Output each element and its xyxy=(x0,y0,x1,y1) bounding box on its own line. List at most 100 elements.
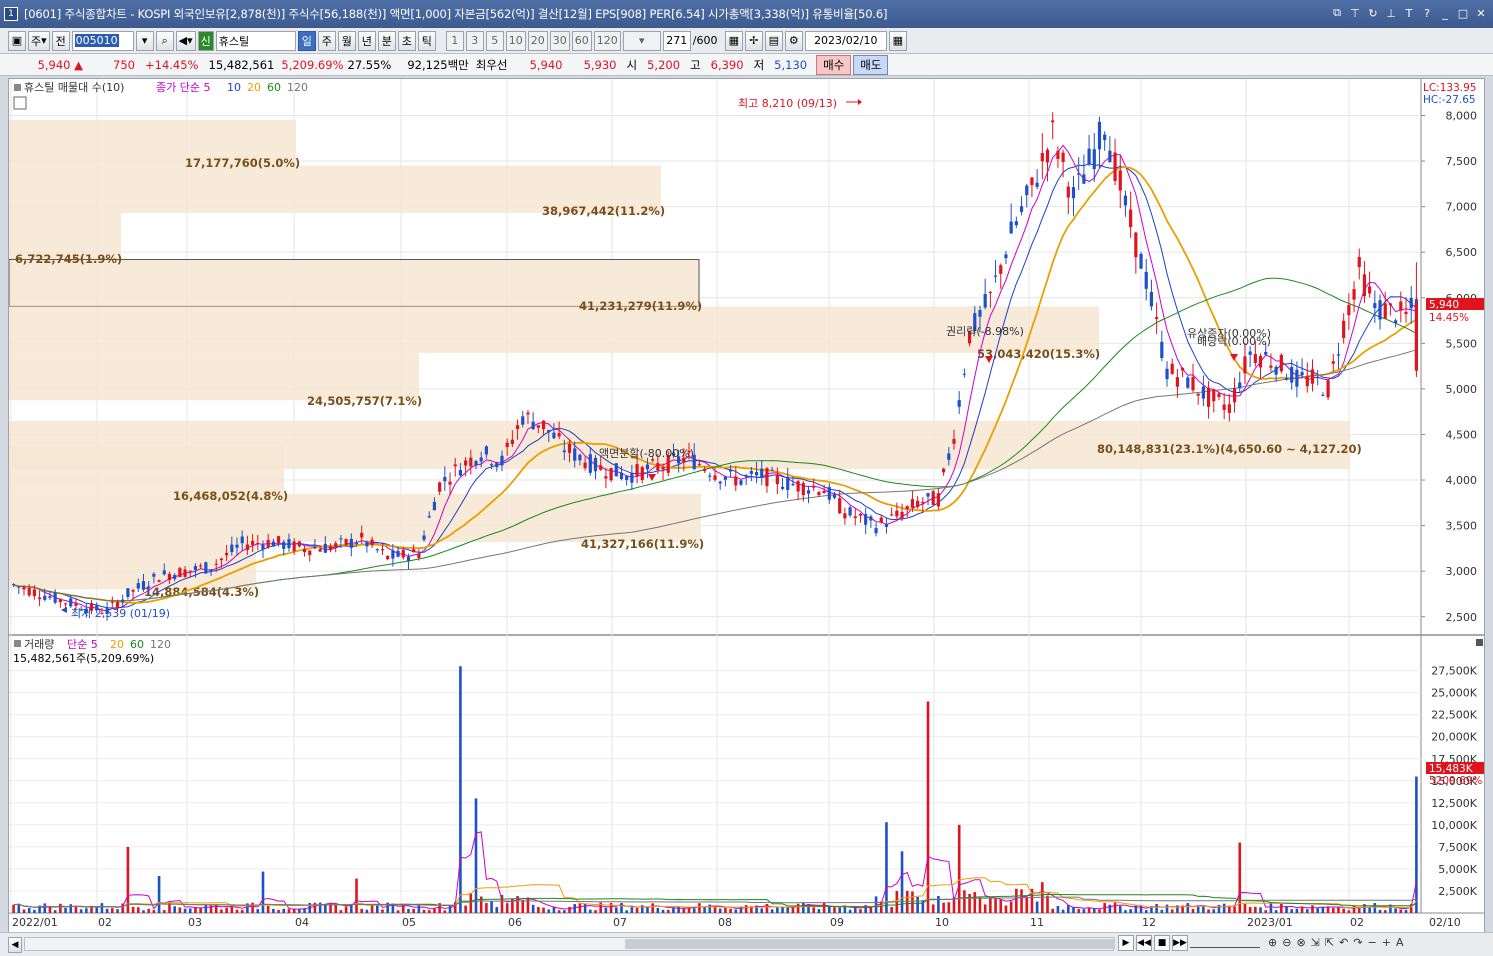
candle-body xyxy=(718,481,722,484)
calendar-icon[interactable]: ▦ xyxy=(888,30,907,51)
minimize-icon[interactable]: _ xyxy=(1437,5,1453,21)
code-dropdown-icon[interactable]: ▾ xyxy=(135,30,154,51)
price-tick-label: 3,500 xyxy=(1446,520,1478,533)
candle-body xyxy=(250,540,255,545)
count-input[interactable]: 271 xyxy=(662,30,691,51)
font-size-icon[interactable]: A xyxy=(1396,936,1404,949)
candle-body xyxy=(697,463,702,465)
interval-20[interactable]: 20 xyxy=(527,30,548,51)
prev-button[interactable]: 전 xyxy=(51,30,70,51)
candle-body xyxy=(209,569,213,571)
volume-bar xyxy=(1035,901,1039,913)
candle-body xyxy=(1305,376,1309,387)
volume-bar xyxy=(1368,907,1371,913)
volume-bar xyxy=(381,909,384,913)
undo-icon[interactable]: ↶ xyxy=(1339,936,1348,949)
tab-period-second[interactable]: 초 xyxy=(397,30,416,51)
tab-period-month[interactable]: 월 xyxy=(337,30,356,51)
compress-icon[interactable]: ⇲ xyxy=(1311,936,1320,949)
zoom-in-icon[interactable]: ⊕ xyxy=(1268,936,1277,949)
crosshair-icon[interactable]: ✢ xyxy=(744,30,763,51)
tab-period-week[interactable]: 주 xyxy=(317,30,336,51)
tab-period-year[interactable]: 년 xyxy=(357,30,376,51)
fast-forward-icon[interactable]: ▶▶ xyxy=(1172,935,1188,951)
grid-icon[interactable]: ▦ xyxy=(724,30,743,51)
interval-60[interactable]: 60 xyxy=(571,30,592,51)
stock-name-field[interactable]: 휴스틸 xyxy=(215,30,296,51)
zoom-out-icon[interactable]: ⊖ xyxy=(1282,936,1291,949)
interval-5[interactable]: 5 xyxy=(485,30,504,51)
expand-icon[interactable]: ⇱ xyxy=(1325,936,1334,949)
interval-120[interactable]: 120 xyxy=(593,30,621,51)
volume-bar xyxy=(459,666,462,913)
candle-body xyxy=(1253,353,1257,363)
pin-icon[interactable]: ⊤ xyxy=(1347,5,1363,21)
reset-icon[interactable]: ↻ xyxy=(1365,5,1381,21)
tab-period-minute[interactable]: 분 xyxy=(377,30,396,51)
volume-bar xyxy=(53,910,57,913)
candle-body xyxy=(754,471,759,476)
stock-code-input[interactable]: 005010 xyxy=(71,30,134,51)
speaker-icon[interactable]: ◀▾ xyxy=(175,30,196,51)
volume-bar xyxy=(1233,906,1236,913)
volume-bar xyxy=(95,907,99,913)
interval-10[interactable]: 10 xyxy=(505,30,526,51)
chart-scrollbar[interactable] xyxy=(24,937,1115,951)
volume-bar xyxy=(251,902,254,913)
candle-body xyxy=(1087,148,1091,165)
interval-1[interactable]: 1 xyxy=(445,30,464,51)
zoom-fit-icon[interactable]: ⊗ xyxy=(1296,936,1305,949)
candle-body xyxy=(703,469,707,472)
search-icon[interactable]: ⌕ xyxy=(155,30,174,51)
dividend-annotation: 배당락(0.00%) xyxy=(1197,335,1271,348)
window-title: [0601] 주식종합차트 - KOSPI 외국인보유[2,878(천)] 주식… xyxy=(24,7,888,21)
rights-annotation: 권리락(-8.98%) xyxy=(946,325,1024,338)
panel-close-icon[interactable] xyxy=(1476,639,1483,646)
tab-period-tick[interactable]: 틱 xyxy=(417,30,436,51)
maximize-icon[interactable]: □ xyxy=(1455,5,1471,21)
rewind-icon[interactable]: ◀◀ xyxy=(1136,935,1152,951)
scroll-thumb[interactable] xyxy=(625,939,1115,949)
table-icon[interactable] xyxy=(13,96,27,110)
settings-icon[interactable]: ⚙ xyxy=(784,30,803,51)
buy-button[interactable]: 매수 xyxy=(816,54,852,75)
redo-icon[interactable]: ↷ xyxy=(1353,936,1362,949)
chart-area[interactable]: 17,177,760(5.0%) 38,967,442(11.2%) 6,722,7… xyxy=(8,78,1485,934)
interval-3[interactable]: 3 xyxy=(465,30,484,51)
period-select[interactable]: 주 ▾ xyxy=(28,30,50,51)
layout-icon[interactable]: ▣ xyxy=(8,30,26,51)
plus-icon[interactable]: + xyxy=(1382,936,1391,949)
close-icon[interactable]: ✕ xyxy=(1473,5,1489,21)
minus-icon[interactable]: − xyxy=(1368,936,1377,949)
help-icon[interactable]: ? xyxy=(1419,5,1435,21)
interval-30[interactable]: 30 xyxy=(549,30,570,51)
zoom-slider[interactable] xyxy=(1190,938,1260,948)
volume-bar xyxy=(1274,910,1278,913)
restore-link-icon[interactable]: ⧉ xyxy=(1329,5,1345,21)
candle-body xyxy=(947,453,951,460)
candle-body xyxy=(17,586,21,588)
volume-bar xyxy=(905,890,909,913)
candle-body xyxy=(110,601,114,603)
scroll-left-icon[interactable]: ◀ xyxy=(8,936,22,953)
text-icon[interactable]: T xyxy=(1401,5,1417,21)
volume-bar xyxy=(635,907,639,913)
interval-custom-select[interactable]: ▾ xyxy=(622,30,661,51)
candle-body xyxy=(843,513,847,519)
date-input[interactable]: 2023/02/10 xyxy=(804,30,887,51)
sell-button[interactable]: 매도 xyxy=(853,54,889,75)
candle-body xyxy=(1019,206,1024,212)
volume-bar xyxy=(890,907,893,913)
volume-bar xyxy=(111,908,114,913)
scroll-right-icon[interactable]: ▶ xyxy=(1118,935,1134,951)
tab-period-day[interactable]: 일 xyxy=(297,30,316,51)
price-tick-label: 4,500 xyxy=(1446,428,1478,441)
save-icon[interactable]: ▤ xyxy=(764,30,783,51)
stock-chart[interactable]: 17,177,760(5.0%) 38,967,442(11.2%) 6,722,7… xyxy=(8,79,1484,933)
volume-bar xyxy=(1342,908,1345,913)
stop-icon[interactable]: ■ xyxy=(1154,935,1170,951)
x-axis-label: 02 xyxy=(98,916,112,929)
pin-top-icon[interactable]: ⊥ xyxy=(1383,5,1399,21)
candle-body xyxy=(1092,149,1096,170)
candle-body xyxy=(1030,177,1034,186)
